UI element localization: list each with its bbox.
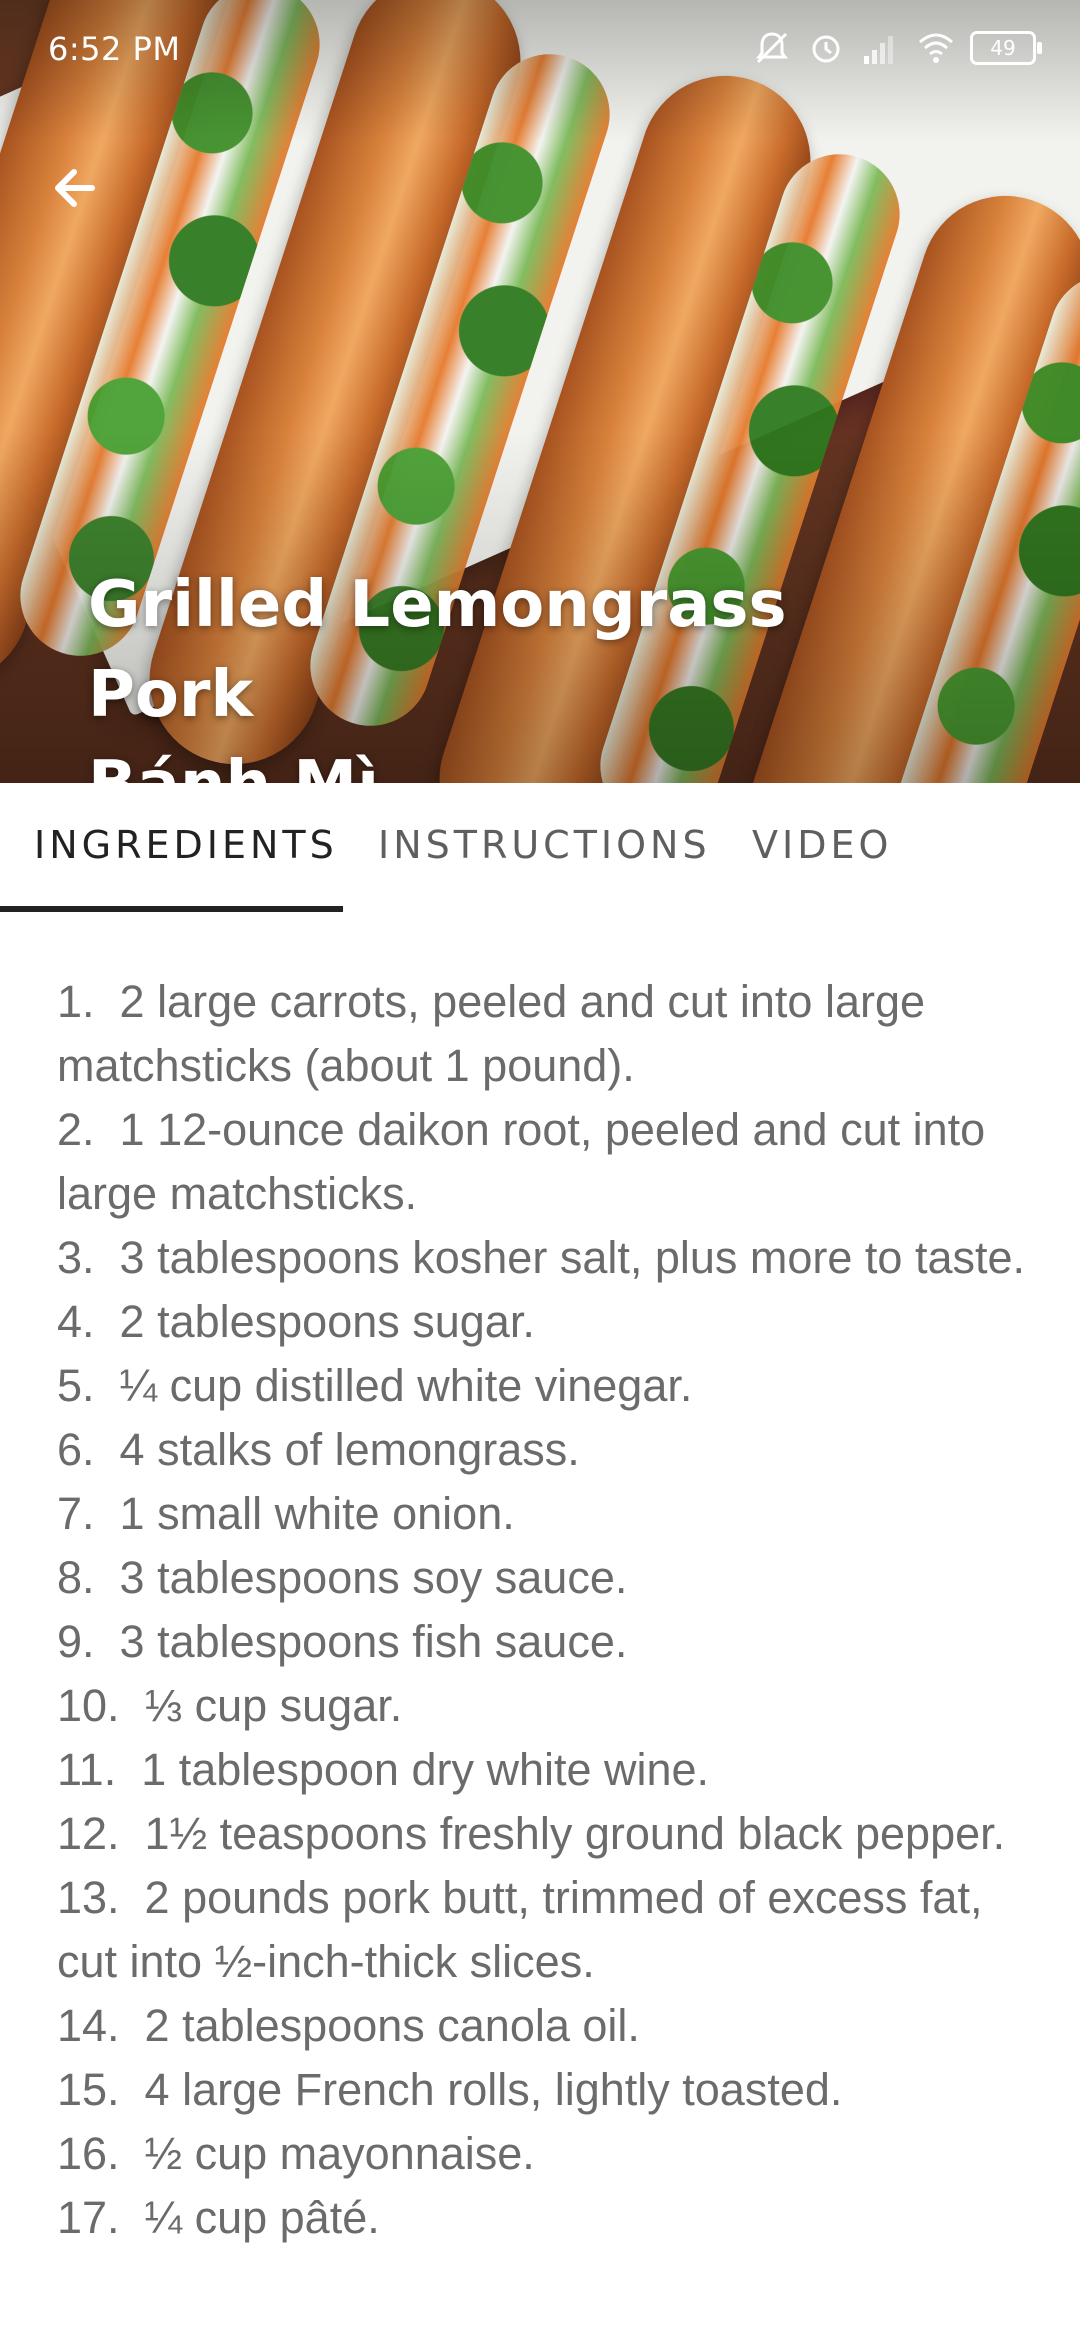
wifi-icon — [916, 28, 953, 68]
back-button[interactable] — [40, 150, 116, 226]
tab-bar: INGREDIENTS INSTRUCTIONS VIDEO — [0, 783, 1080, 915]
list-item: 2. 1 12-ounce daikon root, peeled and cu… — [57, 1104, 998, 1219]
active-tab-indicator — [0, 906, 343, 912]
tab-instructions[interactable]: INSTRUCTIONS — [378, 823, 711, 867]
list-item: 8. 3 tablespoons soy sauce. — [57, 1552, 628, 1603]
status-bar: 6:52 PM 49 — [0, 0, 1080, 100]
list-item: 4. 2 tablespoons sugar. — [57, 1296, 535, 1347]
status-icons: 49 — [754, 28, 1042, 68]
list-item: 16. ½ cup mayonnaise. — [57, 2128, 535, 2179]
battery-icon: 49 — [970, 31, 1042, 65]
list-item: 13. 2 pounds pork butt, trimmed of exces… — [57, 1872, 995, 1987]
list-item: 7. 1 small white onion. — [57, 1488, 515, 1539]
list-item: 12. 1½ teaspoons freshly ground black pe… — [57, 1808, 1006, 1859]
tab-video[interactable]: VIDEO — [752, 823, 892, 867]
battery-level: 49 — [990, 36, 1016, 60]
list-item: 10. ⅓ cup sugar. — [57, 1680, 403, 1731]
list-item: 1. 2 large carrots, peeled and cut into … — [57, 976, 938, 1091]
list-item: 6. 4 stalks of lemongrass. — [57, 1424, 580, 1475]
mute-notification-icon — [754, 28, 790, 68]
alarm-icon — [808, 28, 844, 68]
signal-icon — [862, 28, 898, 68]
list-item: 17. ¼ cup pâté. — [57, 2192, 380, 2243]
ingredients-panel[interactable]: 1. 2 large carrots, peeled and cut into … — [0, 915, 1080, 2340]
list-item: 5. ¼ cup distilled white vinegar. — [57, 1360, 693, 1411]
ingredients-list: 1. 2 large carrots, peeled and cut into … — [57, 970, 1027, 2250]
recipe-title-line1: Grilled Lemongrass Pork — [88, 568, 787, 732]
list-item: 9. 3 tablespoons fish sauce. — [57, 1616, 628, 1667]
list-item: 15. 4 large French rolls, lightly toaste… — [57, 2064, 843, 2115]
tab-ingredients[interactable]: INGREDIENTS — [34, 823, 338, 867]
list-item: 11. 1 tablespoon dry white wine. — [57, 1744, 710, 1795]
list-item: 3. 3 tablespoons kosher salt, plus more … — [57, 1232, 1026, 1283]
list-item: 14. 2 tablespoons canola oil. — [57, 2000, 640, 2051]
status-time: 6:52 PM — [48, 30, 181, 68]
arrow-left-icon — [55, 169, 95, 207]
